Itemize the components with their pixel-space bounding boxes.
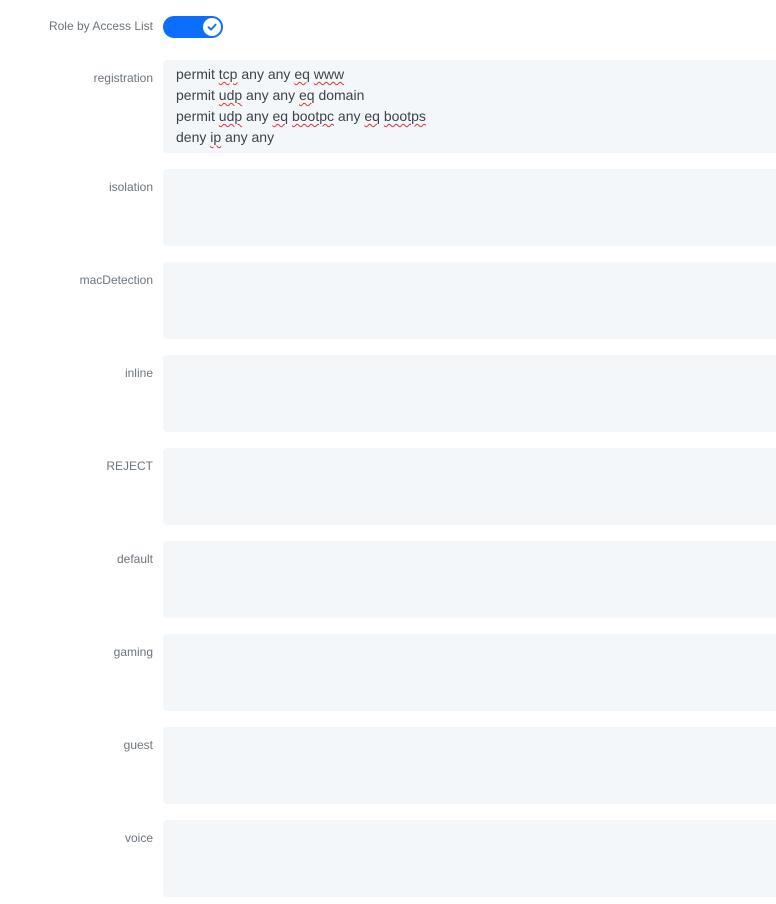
acl-textarea-registration[interactable]: permit tcp any any eq www permit udp any … xyxy=(163,60,776,153)
acl-textarea-gaming[interactable] xyxy=(163,634,776,711)
acl-line: permit udp any any eq domain xyxy=(176,85,764,106)
acl-keyword: eq xyxy=(294,66,310,82)
acl-keyword: udp xyxy=(218,87,243,103)
acl-text: domain xyxy=(314,87,365,103)
role-label: isolation xyxy=(108,180,153,194)
acl-textarea-isolation[interactable] xyxy=(163,169,776,246)
role-row-default: default xyxy=(0,541,776,618)
acl-text: any xyxy=(334,108,365,124)
acl-text: permit xyxy=(176,66,219,82)
acl-text: any xyxy=(242,108,273,124)
acl-keyword: bootps xyxy=(383,108,426,124)
acl-keyword: ip xyxy=(210,129,222,145)
acl-text: any any xyxy=(221,129,275,145)
acl-keyword: bootpc xyxy=(291,108,335,124)
role-label: macDetection xyxy=(79,273,153,287)
role-row-gaming: gaming xyxy=(0,634,776,711)
role-row-registration: registration permit tcp any any eq www per… xyxy=(0,60,776,153)
acl-keyword: eq xyxy=(364,108,380,124)
acl-keyword: tcp xyxy=(218,66,238,82)
role-row-voice: voice xyxy=(0,820,776,897)
role-label: inline xyxy=(124,366,153,380)
acl-line: permit tcp any any eq www xyxy=(176,64,764,85)
acl-text: any any xyxy=(237,66,295,82)
role-label: voice xyxy=(124,831,153,845)
acl-textarea-reject[interactable] xyxy=(163,448,776,525)
acl-text: deny xyxy=(176,129,211,145)
role-label: REJECT xyxy=(106,459,153,473)
role-label: guest xyxy=(123,738,153,752)
acl-textarea-default[interactable] xyxy=(163,541,776,618)
toggle-knob xyxy=(203,18,221,36)
acl-textarea-voice[interactable] xyxy=(163,820,776,897)
acl-keyword: eq xyxy=(272,108,289,124)
acl-text: permit xyxy=(176,108,219,124)
role-row-isolation: isolation xyxy=(0,169,776,246)
role-by-access-list-toggle[interactable] xyxy=(163,16,223,38)
acl-text: any any xyxy=(242,87,299,103)
role-row-macdetection: macDetection xyxy=(0,262,776,339)
acl-keyword: udp xyxy=(218,108,243,124)
check-icon xyxy=(207,23,217,31)
role-row-guest: guest xyxy=(0,727,776,804)
role-label: gaming xyxy=(113,645,153,659)
acl-keyword: www xyxy=(313,66,345,82)
role-by-access-list-row: Role by Access List xyxy=(0,14,776,40)
acl-textarea-macdetection[interactable] xyxy=(163,262,776,339)
role-label: default xyxy=(116,552,153,566)
role-label: registration xyxy=(93,71,153,85)
role-by-access-list-label: Role by Access List xyxy=(48,19,153,33)
acl-keyword: eq xyxy=(298,87,315,103)
role-row-inline: inline xyxy=(0,355,776,432)
acl-line: deny ip any any xyxy=(176,127,764,148)
role-row-reject: REJECT xyxy=(0,448,776,525)
acl-text: permit xyxy=(176,87,219,103)
acl-textarea-inline[interactable] xyxy=(163,355,776,432)
acl-line: permit udp any eq bootpc any eq bootps xyxy=(176,106,764,127)
acl-textarea-guest[interactable] xyxy=(163,727,776,804)
